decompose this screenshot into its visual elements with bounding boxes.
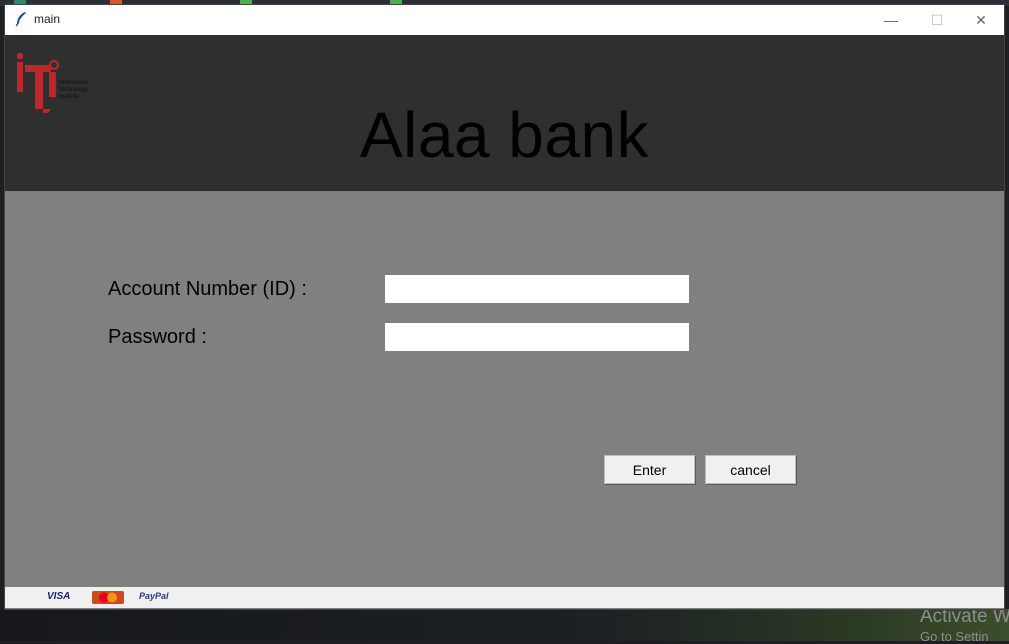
account-number-input[interactable] [385,275,689,303]
mastercard-icon [99,592,117,603]
password-input[interactable] [385,323,689,351]
payment-footer: VISA PayPal [5,587,1004,608]
account-number-label: Account Number (ID) : [108,278,307,300]
maximize-button[interactable]: ☐ [914,5,960,35]
main-window: main — ☐ ✕ Information Technology Instit… [5,5,1004,609]
close-button[interactable]: ✕ [958,5,1004,35]
bank-title: Alaa bank [359,99,650,171]
activation-watermark: Activate W [920,606,1009,627]
header-banner: Information Technology Institute Alaa ba… [5,35,1004,191]
enter-button[interactable]: Enter [604,455,695,484]
window-title: main [34,12,61,26]
feather-icon [15,12,26,27]
minimize-button[interactable]: — [868,5,914,35]
password-label: Password : [108,326,207,348]
title-bar[interactable]: main — ☐ ✕ [5,5,1004,35]
logo-text: Information Technology Institute [58,80,89,100]
cancel-button[interactable]: cancel [705,455,796,484]
desktop-background [0,609,1009,641]
visa-logo: VISA [47,591,71,602]
mastercard-logo [92,591,124,604]
activation-watermark-sub: Go to Settin [920,629,989,644]
paypal-logo: PayPal [139,591,169,601]
